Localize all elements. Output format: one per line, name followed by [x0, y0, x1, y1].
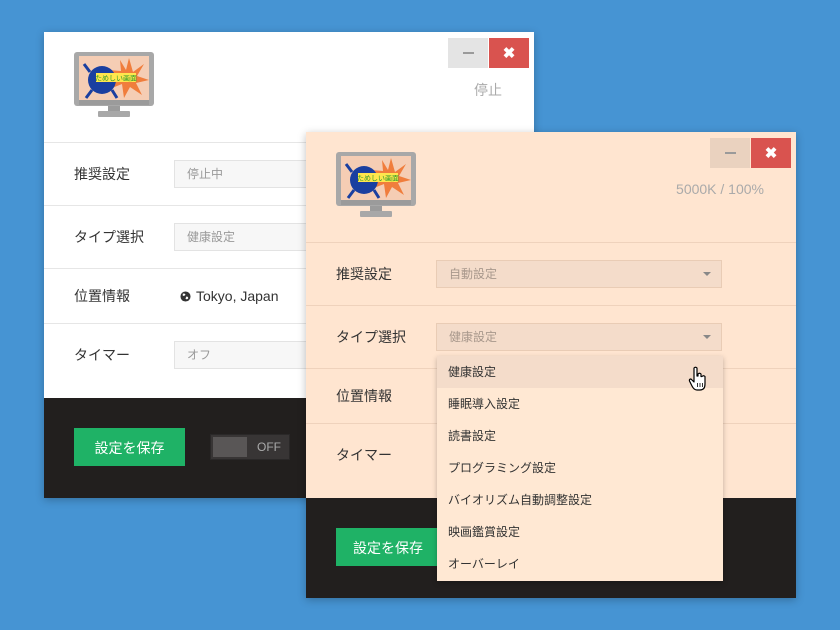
dropdown-option[interactable]: 読書設定 [437, 420, 723, 452]
location-text: Tokyo, Japan [196, 288, 279, 304]
minimize-icon [462, 52, 474, 54]
hand-cursor-icon [688, 366, 706, 391]
close-button[interactable]: ✖ [751, 138, 791, 168]
chevron-down-icon [703, 335, 711, 339]
dropdown-option[interactable]: バイオリズム自動調整設定 [437, 484, 723, 516]
monitor-logo-text: ためしい画面 [95, 75, 137, 83]
monitor-logo-icon: ためしい画面 [74, 52, 154, 117]
minimize-icon [724, 152, 736, 154]
recommended-label: 推奨設定 [336, 267, 392, 283]
toggle-label: OFF [257, 440, 281, 454]
globe-icon [180, 290, 191, 302]
dropdown-option[interactable]: 健康設定 [437, 356, 723, 388]
status-text: 停止 [474, 82, 502, 98]
recommended-label: 推奨設定 [74, 167, 130, 183]
type-label: タイプ選択 [74, 230, 144, 246]
chevron-down-icon [703, 272, 711, 276]
save-button[interactable]: 設定を保存 [74, 428, 185, 466]
monitor-logo-icon: ためしい画面 [336, 152, 416, 217]
toggle-switch[interactable]: OFF [210, 434, 290, 460]
dropdown-option[interactable]: 映画鑑賞設定 [437, 516, 723, 548]
location-value[interactable]: Tokyo, Japan [180, 288, 279, 304]
minimize-button[interactable] [448, 38, 488, 68]
status-text: 5000K / 100% [676, 181, 764, 197]
type-dropdown-list: 健康設定 睡眠導入設定 読書設定 プログラミング設定 バイオリズム自動調整設定 … [437, 356, 723, 581]
toggle-knob [213, 437, 247, 457]
setting-row-recommended: 推奨設定 自動設定 [306, 242, 796, 305]
location-label: 位置情報 [74, 289, 130, 305]
close-icon: ✖ [502, 44, 516, 62]
location-label: 位置情報 [336, 389, 392, 405]
close-button[interactable]: ✖ [489, 38, 529, 68]
type-select-value: 健康設定 [449, 330, 498, 344]
type-label: タイプ選択 [336, 330, 406, 346]
close-icon: ✖ [764, 144, 778, 162]
timer-label: タイマー [74, 348, 130, 364]
minimize-button[interactable] [710, 138, 750, 168]
monitor-logo-text: ためしい画面 [357, 175, 399, 183]
save-button[interactable]: 設定を保存 [336, 528, 440, 566]
type-select[interactable]: 健康設定 [436, 323, 722, 351]
dropdown-option[interactable]: オーバーレイ [437, 548, 723, 580]
recommended-select-value: 自動設定 [449, 267, 498, 281]
recommended-select[interactable]: 自動設定 [436, 260, 722, 288]
dropdown-option[interactable]: 睡眠導入設定 [437, 388, 723, 420]
dropdown-option[interactable]: プログラミング設定 [437, 452, 723, 484]
timer-label: タイマー [336, 448, 392, 464]
